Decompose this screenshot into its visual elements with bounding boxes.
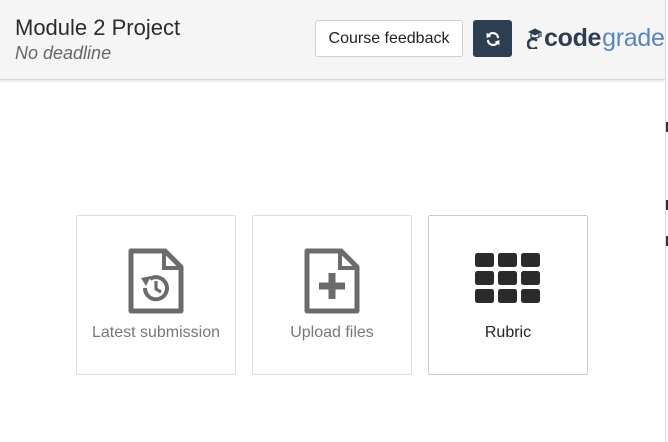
page-title: Module 2 Project bbox=[15, 15, 181, 40]
logo-code-text: code bbox=[544, 23, 602, 52]
grid-icon bbox=[475, 253, 540, 303]
latest-submission-label: Latest submission bbox=[91, 324, 221, 341]
codegrade-logo: code grade bbox=[527, 22, 665, 54]
refresh-button[interactable] bbox=[473, 20, 512, 57]
deadline-text: No deadline bbox=[15, 43, 112, 63]
course-feedback-button[interactable]: Course feedback bbox=[315, 20, 463, 57]
page: Module 2 Project No deadline Course feed… bbox=[0, 0, 665, 442]
rubric-card[interactable]: Rubric bbox=[428, 215, 588, 375]
file-history-icon bbox=[128, 248, 184, 314]
upload-files-label: Upload files bbox=[290, 324, 374, 341]
refresh-icon bbox=[486, 31, 499, 46]
logo-grade-text: grade bbox=[602, 23, 665, 52]
graduation-cap-icon bbox=[527, 28, 542, 49]
page-header: Module 2 Project No deadline Course feed… bbox=[0, 0, 665, 80]
upload-files-card[interactable]: Upload files bbox=[252, 215, 412, 375]
file-plus-icon bbox=[304, 248, 360, 314]
latest-submission-card[interactable]: Latest submission bbox=[76, 215, 236, 375]
rubric-label: Rubric bbox=[484, 324, 532, 341]
